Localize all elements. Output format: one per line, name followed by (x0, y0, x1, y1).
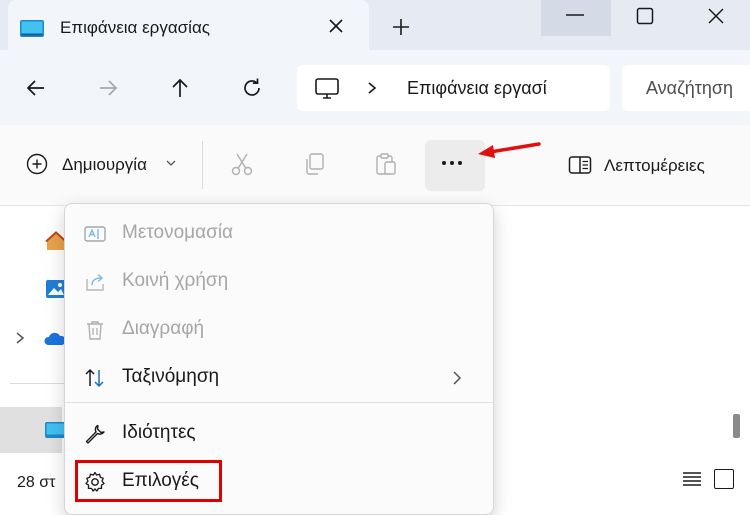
up-arrow-icon[interactable] (168, 76, 192, 100)
menu-item-delete[interactable]: Διαγραφή (65, 306, 493, 354)
search-box[interactable]: Αναζήτηση (622, 65, 750, 111)
minimize-button-hover (541, 0, 611, 36)
close-icon[interactable] (706, 6, 726, 26)
scissors-icon[interactable] (229, 151, 255, 177)
minimize-icon[interactable] (565, 13, 585, 17)
share-icon (86, 273, 104, 291)
plus-circle-icon (26, 153, 48, 175)
sidebar-divider (10, 383, 65, 384)
highlight-annotation-box (75, 460, 222, 502)
details-pane-icon (568, 156, 592, 174)
copy-icon[interactable] (301, 151, 327, 177)
menu-item-share[interactable]: Κοινή χρήση (65, 258, 493, 306)
navigation-pane (0, 206, 67, 461)
sort-icon (85, 368, 104, 388)
details-label: Λεπτομέρειες (604, 156, 705, 175)
computer-icon[interactable] (313, 77, 341, 101)
tab-title: Επιφάνεια εργασίας (60, 18, 210, 37)
clipboard-icon[interactable] (373, 151, 399, 177)
address-path[interactable]: Επιφάνεια εργασί (407, 78, 607, 99)
rename-icon (84, 226, 106, 242)
menu-item-properties[interactable]: Ιδιότητες (65, 410, 493, 458)
onedrive-cloud-icon[interactable] (44, 328, 66, 350)
chevron-right-icon[interactable] (14, 331, 26, 345)
sidebar-item-desktop[interactable] (0, 407, 67, 453)
chevron-down-icon (166, 160, 176, 166)
menu-separator (65, 402, 493, 403)
refresh-icon[interactable] (240, 76, 264, 100)
tiles-view-icon[interactable] (714, 469, 734, 489)
close-tab-icon[interactable] (326, 16, 346, 36)
navigation-bar: Επιφάνεια εργασί Αναζήτηση (0, 50, 750, 125)
tab-desktop[interactable]: Επιφάνεια εργασίας (8, 0, 369, 50)
back-arrow-icon[interactable] (24, 76, 48, 100)
title-bar: Επιφάνεια εργασίας (0, 0, 750, 50)
menu-item-label: Μετονομασία (122, 222, 234, 243)
menu-item-label: Διαγραφή (122, 318, 205, 339)
search-placeholder: Αναζήτηση (646, 78, 733, 98)
list-view-icon[interactable] (682, 470, 702, 488)
menu-item-label: Ταξινόμηση (122, 366, 220, 387)
scrollbar-thumb[interactable] (733, 414, 740, 438)
item-count: 28 στ (17, 474, 56, 491)
desktop-folder-icon (20, 20, 44, 37)
command-separator (202, 141, 203, 189)
menu-item-label: Ιδιότητες (122, 422, 196, 443)
create-label: Δημιουργία (62, 155, 147, 174)
menu-item-label: Κοινή χρήση (122, 270, 229, 291)
command-bar: Δημιουργία Λεπτομέρειες (0, 125, 750, 206)
forward-arrow-icon[interactable] (96, 76, 120, 100)
maximize-icon[interactable] (635, 6, 655, 26)
plus-icon[interactable] (390, 16, 412, 38)
more-dots-icon (442, 161, 466, 165)
wrench-icon (85, 424, 105, 444)
address-bar[interactable]: Επιφάνεια εργασί (297, 65, 610, 111)
menu-item-rename[interactable]: Μετονομασία (65, 210, 493, 258)
chevron-right-icon[interactable] (365, 81, 379, 95)
more-options-menu: Μετονομασία Κοινή χρήση Διαγραφή Ταξινόμ… (64, 203, 494, 515)
trash-icon (87, 321, 103, 340)
chevron-right-icon (453, 371, 462, 385)
annotation-arrow-icon (478, 142, 541, 158)
menu-item-sort[interactable]: Ταξινόμηση (65, 354, 493, 402)
